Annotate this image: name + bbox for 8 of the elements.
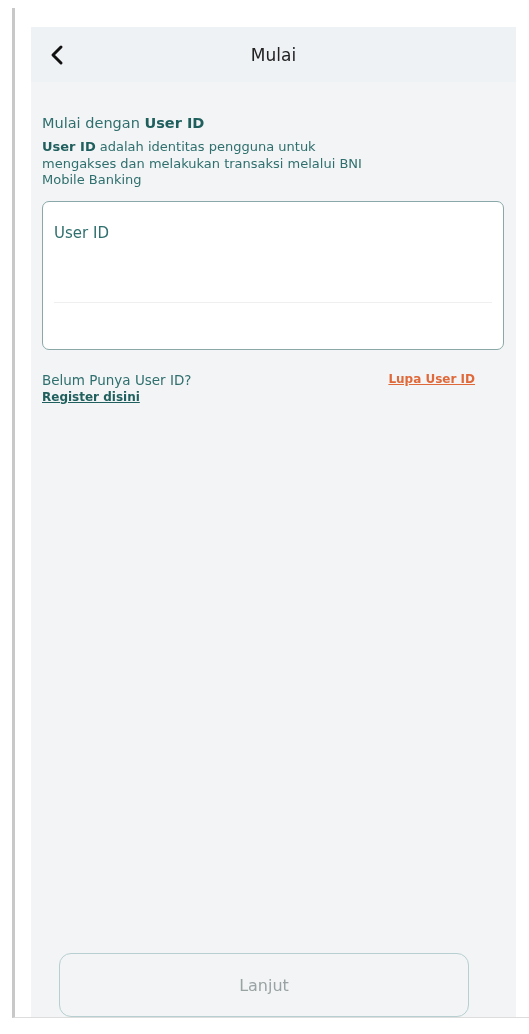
register-link[interactable]: Register disini — [42, 389, 192, 404]
back-icon — [50, 43, 64, 66]
user-id-field[interactable]: User ID — [42, 200, 504, 350]
description-text: User ID adalah identitas pengguna untuk mengakses dan melakukan transaksi melalui BNI Mobile Banking — [42, 139, 363, 189]
screen-title: Mulai — [250, 44, 297, 65]
forgot-user-id-link[interactable]: Lupa User ID — [388, 371, 475, 404]
section-heading: Mulai dengan User ID — [42, 115, 206, 131]
question-text: Belum Punya User ID? — [42, 371, 192, 388]
